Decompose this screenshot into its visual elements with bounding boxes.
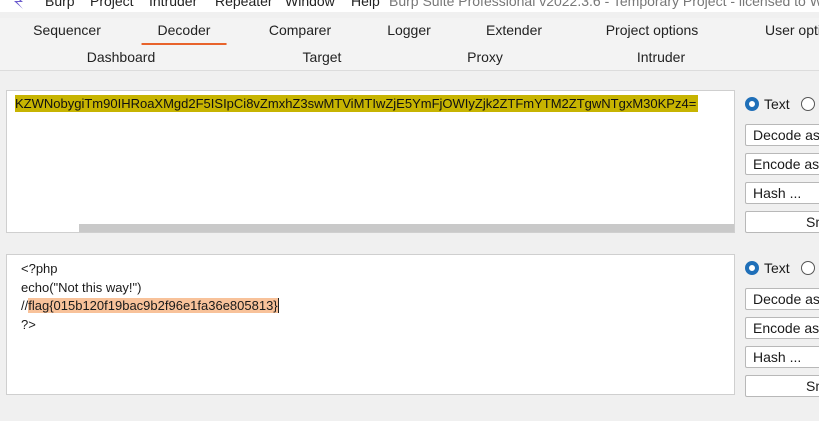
- tab-user-options[interactable]: User opti: [765, 22, 819, 38]
- decoder-input-text[interactable]: KZWNobygiTm90IHRoaXMgd2F5ISIpCi8vZmxhZ3s…: [15, 95, 699, 112]
- menu-burp[interactable]: Burp: [45, 0, 75, 9]
- menu-bar: Burp Project Intruder Repeater Window He…: [0, 0, 819, 12]
- window-title: Burp Suite Professional v2022.3.6 - Temp…: [389, 0, 819, 9]
- burp-logo-icon: [14, 0, 23, 9]
- menu-intruder[interactable]: Intruder: [149, 0, 197, 9]
- tab-target[interactable]: Target: [303, 49, 342, 65]
- menu-window[interactable]: Window: [285, 0, 335, 9]
- tab-extender[interactable]: Extender: [486, 22, 542, 38]
- code-line: <?php: [21, 261, 58, 276]
- decoder-input-panel[interactable]: KZWNobygiTm90IHRoaXMgd2F5ISIpCi8vZmxhZ3s…: [6, 90, 735, 233]
- tab-row-1: Sequencer Decoder Comparer Logger Extend…: [0, 18, 819, 45]
- tab-decoder[interactable]: Decoder: [141, 22, 227, 45]
- hash-select[interactable]: Hash ...: [745, 182, 819, 204]
- text-radio-button[interactable]: [745, 261, 759, 275]
- menu-project[interactable]: Project: [90, 0, 134, 9]
- flag-selection[interactable]: flag{015b120f19bac9b2f96e1fa36e805813}: [28, 298, 279, 313]
- hex-radio-button[interactable]: [801, 261, 815, 275]
- text-radio-button[interactable]: [745, 97, 759, 111]
- decode-as-select[interactable]: Decode as ...: [745, 288, 819, 310]
- decoder-output-panel[interactable]: <?php echo("Not this way!") //flag{015b1…: [6, 254, 735, 395]
- tab-project-options[interactable]: Project options: [606, 22, 699, 38]
- smart-decode-button[interactable]: Smart decode: [745, 375, 819, 397]
- decoded-output[interactable]: <?php echo("Not this way!") //flag{015b1…: [21, 260, 279, 334]
- tab-row-2: Dashboard Target Proxy Intruder: [0, 45, 819, 71]
- text-radio-label: Text: [764, 96, 790, 112]
- tab-dashboard[interactable]: Dashboard: [87, 49, 156, 65]
- encode-as-select[interactable]: Encode as ...: [745, 153, 819, 175]
- horizontal-scrollbar[interactable]: [7, 223, 734, 232]
- tab-logger[interactable]: Logger: [387, 22, 431, 38]
- code-line: echo("Not this way!"): [21, 279, 142, 295]
- decode-as-select[interactable]: Decode as ...: [745, 124, 819, 146]
- menu-help[interactable]: Help: [351, 0, 380, 9]
- scrollbar-thumb[interactable]: [79, 224, 734, 232]
- tab-sequencer[interactable]: Sequencer: [33, 22, 101, 38]
- menu-repeater[interactable]: Repeater: [215, 0, 273, 9]
- hash-select[interactable]: Hash ...: [745, 346, 819, 368]
- encode-as-select[interactable]: Encode as ...: [745, 317, 819, 339]
- smart-decode-button[interactable]: Smart decode: [745, 211, 819, 233]
- text-radio-label: Text: [764, 260, 790, 276]
- tab-proxy[interactable]: Proxy: [467, 49, 503, 65]
- hex-radio-button[interactable]: [801, 97, 815, 111]
- tab-comparer[interactable]: Comparer: [269, 22, 331, 38]
- tab-intruder[interactable]: Intruder: [637, 49, 685, 65]
- code-line: ?>: [21, 316, 36, 332]
